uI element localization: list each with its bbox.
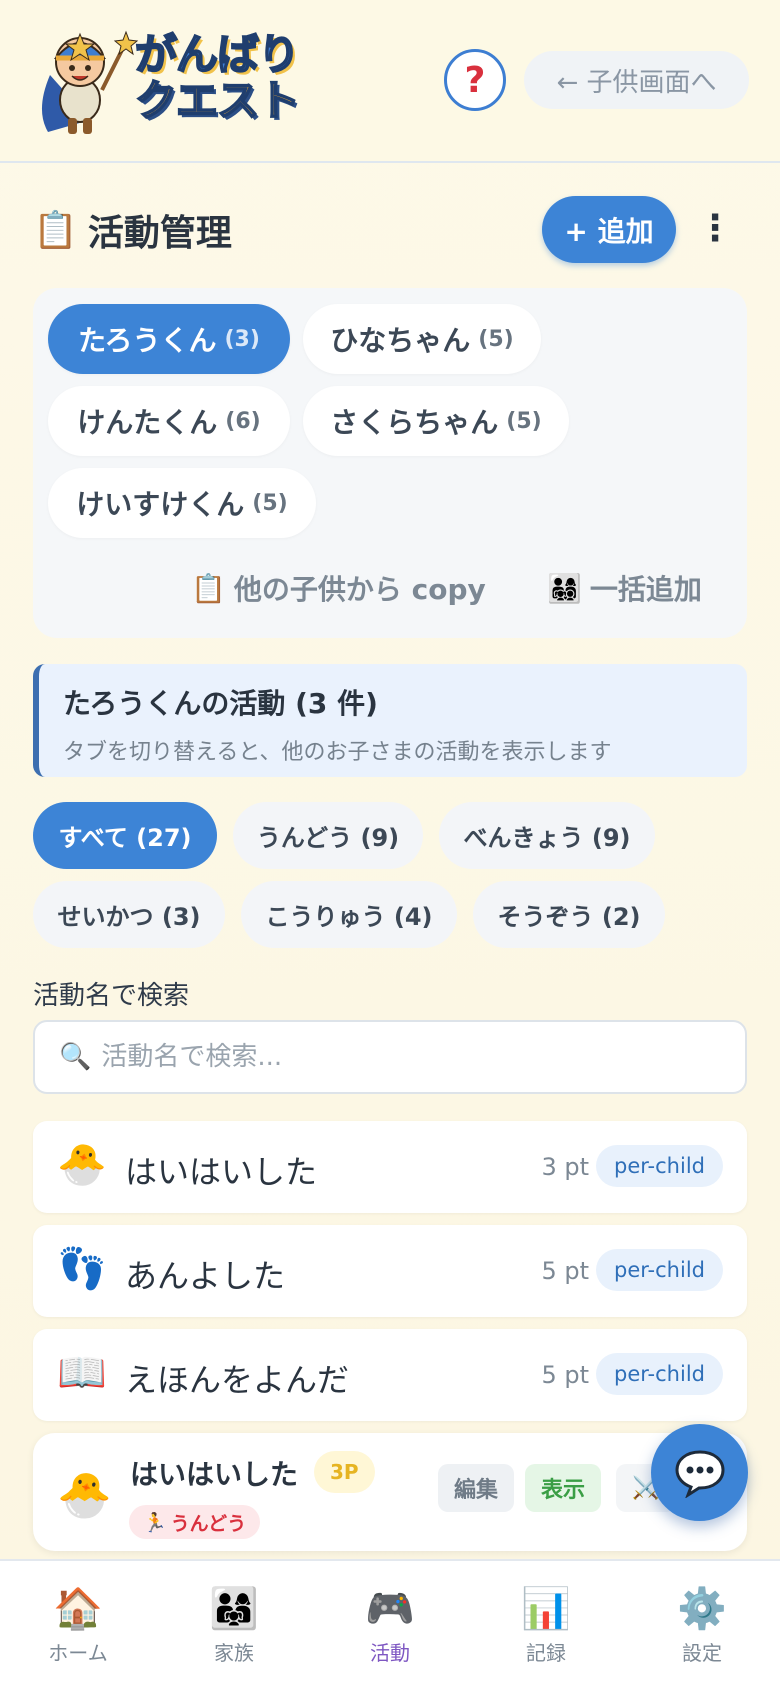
activity-name: えほんをよんだ: [125, 1361, 350, 1399]
category-badge-label: うんどう: [170, 1512, 247, 1535]
logo-line-2: クエスト: [134, 76, 301, 125]
activity-points: 3 pt: [541, 1153, 589, 1181]
visibility-toggle-button[interactable]: 表示: [525, 1464, 602, 1512]
speech-bubble-icon: [674, 1449, 725, 1498]
scope-badge: per-child: [596, 1249, 723, 1291]
family-icon: 👨‍👩‍👧: [209, 1586, 259, 1632]
book-icon: 📖: [57, 1350, 107, 1396]
activity-row[interactable]: 👣 あんよした 5 pt per-child: [33, 1225, 747, 1317]
activity-name: はいはいした: [125, 1153, 318, 1191]
child-tab-taro[interactable]: たろうくん (3): [48, 304, 290, 374]
category-chip-all[interactable]: すべて (27): [33, 802, 217, 869]
info-subtitle: タブを切り替えると、他のお子さまの活動を表示します: [63, 740, 612, 765]
scope-badge: per-child: [596, 1353, 723, 1395]
selected-child-info: たろうくんの活動 (3 件) タブを切り替えると、他のお子さまの活動を表示します: [33, 664, 747, 777]
child-tab-count: (5): [506, 408, 542, 434]
page-title: 📋 活動管理: [33, 204, 232, 256]
chick-icon: 🐣: [57, 1470, 112, 1521]
child-tab-sakura[interactable]: さくらちゃん (5): [303, 386, 569, 456]
child-tab-count: (5): [478, 326, 514, 352]
child-tab-count: (3): [224, 326, 260, 352]
page-title-text: 活動管理: [87, 213, 232, 254]
logo-text: がんばり クエスト: [134, 30, 325, 125]
child-tab-count: (5): [252, 490, 288, 516]
activity-card: 🐣 はいはいした 3P 🏃 うんどう 編集 表示 ⚔️: [33, 1433, 747, 1551]
search-label: 活動名で検索: [33, 981, 190, 1011]
nav-item-family[interactable]: 👨‍👩‍👧 家族: [156, 1561, 312, 1688]
nav-item-settings[interactable]: ⚙️ 設定: [624, 1561, 780, 1688]
logo-line-1: がんばり: [134, 30, 301, 79]
nav-label: 設定: [682, 1641, 722, 1665]
category-chip-souzou[interactable]: そうぞう (2): [473, 881, 665, 948]
activity-name: あんよした: [125, 1257, 286, 1295]
nav-label: 活動: [370, 1641, 410, 1665]
activity-row[interactable]: 📖 えほんをよんだ 5 pt per-child: [33, 1329, 747, 1421]
house-icon: 🏠: [53, 1586, 103, 1632]
nav-label: 記録: [526, 1641, 566, 1665]
child-tab-keisuke[interactable]: けいすけくん (5): [48, 468, 316, 538]
child-tab-kenta[interactable]: けんたくん (6): [48, 386, 290, 456]
search-icon: 🔍: [59, 1042, 92, 1072]
bulk-add-button[interactable]: 👨‍👩‍👧‍👦 一括追加: [547, 568, 702, 608]
child-tab-name: ひなちゃん: [330, 324, 471, 357]
points-badge: 3P: [314, 1451, 375, 1493]
bar-chart-icon: 📊: [521, 1586, 571, 1632]
category-chip-seikatsu[interactable]: せいかつ (3): [33, 881, 225, 948]
nav-label: ホーム: [48, 1641, 108, 1665]
bottom-navigation: 🏠 ホーム 👨‍👩‍👧 家族 🎮 活動 📊 記録 ⚙️ 設定: [0, 1559, 780, 1688]
chat-button[interactable]: [651, 1424, 748, 1521]
bulk-add-label: 一括追加: [589, 573, 702, 606]
hero-character-icon: [41, 30, 139, 134]
child-tab-count: (6): [225, 408, 261, 434]
search-box: 🔍: [33, 1020, 747, 1094]
child-tab-name: たろうくん: [78, 324, 217, 357]
add-activity-button[interactable]: + 追加: [542, 196, 676, 263]
clipboard-icon: 📋: [191, 571, 226, 605]
app-logo[interactable]: がんばり クエスト: [30, 20, 320, 140]
child-tab-name: さくらちゃん: [330, 406, 499, 439]
activity-points: 5 pt: [541, 1361, 589, 1389]
search-input[interactable]: [101, 1042, 702, 1072]
child-tab-name: けんたくん: [77, 406, 218, 439]
family-icon: 👨‍👩‍👧‍👦: [547, 571, 582, 605]
category-badge: 🏃 うんどう: [129, 1505, 261, 1539]
child-tab-name: けいすけくん: [76, 488, 245, 521]
nav-item-records[interactable]: 📊 記録: [468, 1561, 624, 1688]
info-title: たろうくんの活動 (3 件): [63, 687, 378, 720]
copy-from-child-button[interactable]: 📋 他の子供から copy: [191, 568, 486, 608]
category-chip-undou[interactable]: うんどう (9): [233, 802, 423, 869]
chick-icon: 🐣: [57, 1142, 107, 1188]
app-header: がんばり クエスト ? ← 子供画面へ: [0, 0, 780, 163]
category-chip-kouryuu[interactable]: こうりゅう (4): [241, 881, 457, 948]
child-tab-hina[interactable]: ひなちゃん (5): [303, 304, 541, 374]
copy-label: 他の子供から copy: [233, 573, 486, 606]
scope-badge: per-child: [596, 1145, 723, 1187]
game-controller-icon: 🎮: [365, 1586, 415, 1632]
activity-row[interactable]: 🐣 はいはいした 3 pt per-child: [33, 1121, 747, 1213]
nav-item-activities[interactable]: 🎮 活動: [312, 1561, 468, 1688]
help-button[interactable]: ?: [444, 49, 506, 111]
clipboard-icon: 📋: [33, 210, 78, 251]
nav-item-home[interactable]: 🏠 ホーム: [0, 1561, 156, 1688]
gear-icon: ⚙️: [677, 1586, 727, 1632]
edit-button[interactable]: 編集: [438, 1464, 515, 1512]
footprints-icon: 👣: [57, 1246, 107, 1292]
child-view-button[interactable]: ← 子供画面へ: [524, 51, 749, 109]
running-icon: 🏃: [143, 1511, 167, 1534]
activity-points: 5 pt: [541, 1257, 589, 1285]
category-chip-benkyou[interactable]: べんきょう (9): [439, 802, 655, 869]
question-mark-icon: ?: [464, 59, 486, 101]
more-menu-icon[interactable]: ⋮: [697, 200, 733, 256]
nav-label: 家族: [214, 1641, 254, 1665]
card-activity-name: はいはいした: [130, 1458, 299, 1491]
